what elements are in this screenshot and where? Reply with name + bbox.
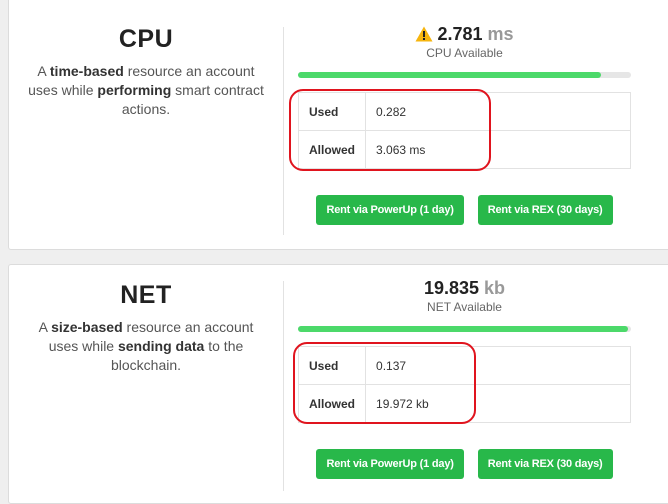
cpu-allowed-value: 3.063 ms — [365, 130, 631, 169]
cpu-usage-bar — [298, 72, 631, 78]
net-description: A size-based resource an account uses wh… — [9, 318, 283, 375]
cpu-stats-table: Used 0.282 Allowed 3.063 ms — [297, 92, 631, 169]
net-rent-powerup-button[interactable]: Rent via PowerUp (1 day) — [316, 449, 464, 479]
cpu-used-value: 0.282 — [365, 92, 631, 131]
net-title: NET — [120, 281, 172, 309]
table-row: Allowed 19.972 kb — [297, 384, 631, 423]
cpu-rent-rex-button[interactable]: Rent via REX (30 days) — [477, 195, 613, 225]
desc-bold: performing — [97, 82, 172, 98]
cpu-allowed-label: Allowed — [297, 130, 367, 169]
cpu-usage-panel: 2.781 ms CPU Available Used 0.282 Allowe… — [297, 23, 631, 225]
net-available-label: NET Available — [427, 300, 502, 314]
net-rent-buttons: Rent via PowerUp (1 day) Rent via REX (30… — [298, 449, 631, 479]
desc-bold: size-based — [51, 319, 123, 335]
cpu-used-label: Used — [297, 92, 367, 131]
desc-text: A — [37, 63, 50, 79]
net-usage-bar-fill — [298, 326, 628, 332]
net-used-label: Used — [297, 346, 367, 385]
cpu-info: CPU A time-based resource an account use… — [9, 25, 283, 119]
cpu-available: 2.781 ms — [298, 23, 631, 45]
net-usage-panel: 19.835 kb NET Available Used 0.137 Allow… — [297, 277, 631, 479]
net-rent-rex-button[interactable]: Rent via REX (30 days) — [477, 449, 613, 479]
cpu-rent-powerup-button[interactable]: Rent via PowerUp (1 day) — [316, 195, 464, 225]
cpu-title: CPU — [118, 25, 174, 53]
desc-text: A — [38, 319, 52, 335]
net-stats-table: Used 0.137 Allowed 19.972 kb — [297, 346, 631, 423]
net-allowed-value: 19.972 kb — [365, 384, 631, 423]
cpu-card: CPU A time-based resource an account use… — [8, 0, 668, 250]
cpu-available-unit: ms — [487, 24, 514, 44]
table-row: Used 0.282 — [297, 92, 631, 131]
desc-bold: time-based — [49, 63, 124, 79]
table-row: Used 0.137 — [297, 346, 631, 385]
net-available-value: 19.835 — [423, 278, 480, 298]
cpu-usage-bar-fill — [298, 72, 602, 78]
table-row: Allowed 3.063 ms — [297, 130, 631, 169]
net-divider — [283, 281, 284, 491]
cpu-available-label: CPU Available — [426, 46, 503, 60]
net-usage-bar — [298, 326, 631, 332]
net-info: NET A size-based resource an account use… — [9, 281, 283, 375]
cpu-description: A time-based resource an account uses wh… — [9, 62, 283, 119]
net-allowed-label: Allowed — [297, 384, 367, 423]
cpu-rent-buttons: Rent via PowerUp (1 day) Rent via REX (30… — [298, 195, 631, 225]
warning-triangle-icon — [415, 25, 433, 47]
net-available: 19.835 kb — [298, 277, 631, 299]
cpu-available-value: 2.781 — [437, 24, 483, 44]
cpu-divider — [283, 27, 284, 235]
net-used-value: 0.137 — [365, 346, 631, 385]
net-card: NET A size-based resource an account use… — [8, 264, 668, 504]
net-available-unit: kb — [484, 278, 506, 298]
desc-bold: sending data — [117, 338, 205, 354]
